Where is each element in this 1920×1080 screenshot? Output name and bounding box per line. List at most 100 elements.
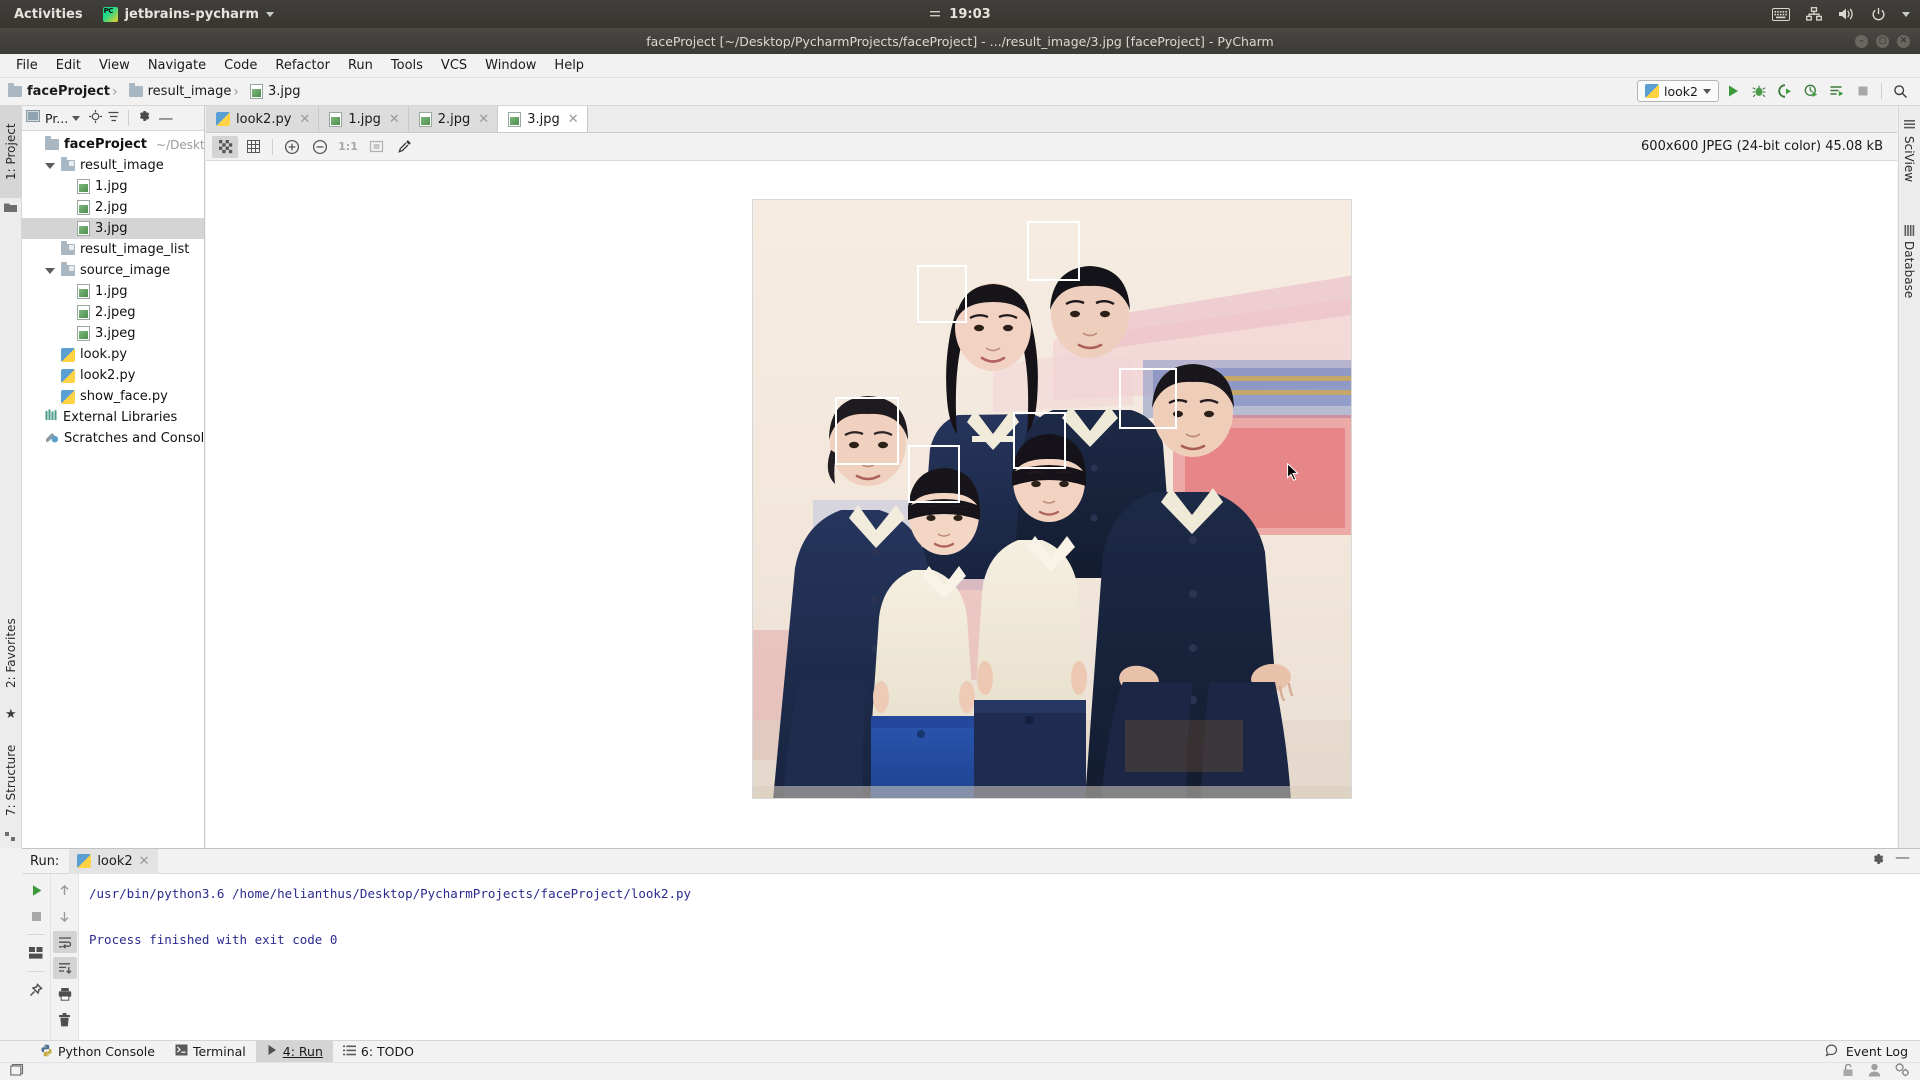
- editor-tab-look2-py[interactable]: look2.py ✕: [206, 106, 320, 132]
- close-button[interactable]: ✕: [1897, 34, 1910, 48]
- rerun-button[interactable]: [24, 879, 48, 901]
- project-tree[interactable]: faceProject ~/Desktop result_image 1.jpg 2.j…: [22, 131, 204, 848]
- hide-panel-icon[interactable]: —: [158, 111, 173, 126]
- scroll-to-end-button[interactable]: [52, 957, 77, 979]
- menu-item-code[interactable]: Code: [216, 56, 265, 75]
- close-icon[interactable]: ✕: [139, 854, 150, 869]
- editor-tab-1-jpg[interactable]: 1.jpg ✕: [319, 106, 409, 132]
- tree-node-1-jpg[interactable]: 1.jpg: [22, 281, 204, 302]
- minimize-button[interactable]: –: [1855, 34, 1868, 48]
- collapse-all-icon[interactable]: [107, 110, 120, 127]
- tree-node-3-jpeg[interactable]: 3.jpeg: [22, 323, 204, 344]
- tree-node-look2-py[interactable]: look2.py: [22, 365, 204, 386]
- hide-panel-icon[interactable]: —: [1895, 850, 1910, 870]
- tree-node-faceproject[interactable]: faceProject ~/Desktop: [22, 134, 204, 155]
- run-configuration-selector[interactable]: look2: [1637, 80, 1719, 102]
- menu-item-edit[interactable]: Edit: [48, 56, 89, 75]
- person-icon[interactable]: [1868, 1063, 1881, 1080]
- settings-gear-icon[interactable]: [1895, 1062, 1910, 1080]
- soft-wrap-button[interactable]: [52, 931, 77, 953]
- run-window-header-buttons: —: [1871, 850, 1920, 870]
- tree-node-result-image[interactable]: result_image: [22, 155, 204, 176]
- event-log-button[interactable]: Event Log: [1846, 1044, 1908, 1059]
- toggle-toolwindows-icon[interactable]: [10, 1063, 24, 1080]
- debug-button[interactable]: [1747, 80, 1771, 102]
- tree-node-3-jpg[interactable]: 3.jpg: [22, 218, 204, 239]
- menu-item-refactor[interactable]: Refactor: [267, 56, 338, 75]
- tree-node-2-jpeg[interactable]: 2.jpeg: [22, 302, 204, 323]
- project-panel-title[interactable]: Pr...: [45, 111, 81, 126]
- twisty-expanded-icon[interactable]: [44, 267, 56, 274]
- close-icon[interactable]: ✕: [478, 112, 489, 127]
- tree-node-show-face-py[interactable]: show_face.py: [22, 386, 204, 407]
- tree-node-2-jpg[interactable]: 2.jpg: [22, 197, 204, 218]
- status-button-todo[interactable]: 6: TODO: [333, 1041, 424, 1063]
- toggle-grid-button[interactable]: [240, 136, 266, 158]
- zoom-in-button[interactable]: [279, 136, 305, 158]
- power-icon[interactable]: [1871, 7, 1886, 22]
- stop-button[interactable]: [1851, 80, 1875, 102]
- menu-item-window[interactable]: Window: [477, 56, 544, 75]
- keyboard-icon[interactable]: [1772, 7, 1790, 21]
- sidebar-item-project[interactable]: 1: Project: [0, 106, 22, 198]
- color-picker-button[interactable]: [391, 136, 417, 158]
- gear-icon[interactable]: [1871, 852, 1885, 870]
- status-button-run[interactable]: 4: Run: [255, 1040, 333, 1063]
- chevron-down-icon[interactable]: [1902, 11, 1910, 17]
- status-button-python-console[interactable]: Python Console: [30, 1041, 165, 1063]
- down-stacktrace-button[interactable]: [53, 905, 77, 927]
- menu-item-tools[interactable]: Tools: [383, 56, 431, 75]
- tree-node-look-py[interactable]: look.py: [22, 344, 204, 365]
- menu-item-run[interactable]: Run: [340, 56, 381, 75]
- breadcrumb-item[interactable]: 3.jpg: [231, 84, 301, 100]
- breadcrumb-item[interactable]: faceProject: [8, 83, 110, 99]
- profile-button[interactable]: [1799, 80, 1823, 102]
- image-canvas[interactable]: [206, 161, 1897, 848]
- run-tab-look2[interactable]: look2 ✕: [69, 848, 158, 874]
- twisty-expanded-icon[interactable]: [44, 162, 56, 169]
- editor-tab-2-jpg[interactable]: 2.jpg ✕: [408, 106, 499, 132]
- volume-icon[interactable]: [1838, 7, 1855, 21]
- run-coverage-button[interactable]: [1773, 80, 1797, 102]
- run-button[interactable]: [1721, 80, 1745, 102]
- close-icon[interactable]: ✕: [568, 112, 579, 127]
- menu-item-help[interactable]: Help: [546, 56, 592, 75]
- close-icon[interactable]: ✕: [389, 112, 400, 127]
- search-everywhere-button[interactable]: [1888, 80, 1912, 102]
- close-icon[interactable]: ✕: [299, 112, 310, 127]
- sidebar-item-database[interactable]: Database: [1898, 214, 1920, 310]
- run-with-console-button[interactable]: [1825, 80, 1849, 102]
- menu-item-navigate[interactable]: Navigate: [140, 56, 214, 75]
- run-console-output[interactable]: /usr/bin/python3.6 /home/helianthus/Desk…: [79, 874, 1920, 1040]
- maximize-button[interactable]: ◻: [1876, 34, 1889, 48]
- tree-node-result-image-list[interactable]: result_image_list: [22, 239, 204, 260]
- menu-item-view[interactable]: View: [91, 56, 138, 75]
- tree-node-external-libraries[interactable]: External Libraries: [22, 407, 204, 428]
- menu-item-file[interactable]: File: [8, 56, 46, 75]
- up-stacktrace-button[interactable]: [53, 879, 77, 901]
- editor-tab-3-jpg[interactable]: 3.jpg ✕: [498, 106, 588, 132]
- gear-icon[interactable]: [137, 109, 151, 127]
- zoom-out-button[interactable]: [307, 136, 333, 158]
- sidebar-item-favorites[interactable]: 2: Favorites: [0, 600, 22, 706]
- fit-to-window-button[interactable]: [363, 136, 389, 158]
- actual-size-button[interactable]: 1:1: [335, 136, 361, 158]
- pin-tab-button[interactable]: [24, 979, 48, 1001]
- network-icon[interactable]: [1806, 7, 1822, 21]
- locate-icon[interactable]: [89, 109, 103, 127]
- clock-button[interactable]: 19:03: [0, 7, 1920, 22]
- stop-process-button[interactable]: [24, 905, 48, 927]
- restore-layout-button[interactable]: [24, 942, 48, 964]
- breadcrumb-item[interactable]: result_image: [110, 83, 231, 100]
- toggle-transparency-chessboard-button[interactable]: [212, 135, 238, 158]
- unlock-icon[interactable]: [1842, 1063, 1854, 1080]
- tree-node-source-image[interactable]: source_image: [22, 260, 204, 281]
- sidebar-item-structure[interactable]: 7: Structure: [0, 728, 22, 832]
- tree-node-scratches-and-consoles[interactable]: Scratches and Consoles: [22, 428, 204, 449]
- clear-all-button[interactable]: [53, 1009, 77, 1031]
- tree-node-1-jpg[interactable]: 1.jpg: [22, 176, 204, 197]
- print-button[interactable]: [53, 983, 77, 1005]
- menu-item-vcs[interactable]: VCS: [433, 56, 475, 75]
- status-button-terminal[interactable]: Terminal: [165, 1041, 256, 1063]
- sidebar-item-sciview[interactable]: SciView: [1898, 112, 1920, 190]
